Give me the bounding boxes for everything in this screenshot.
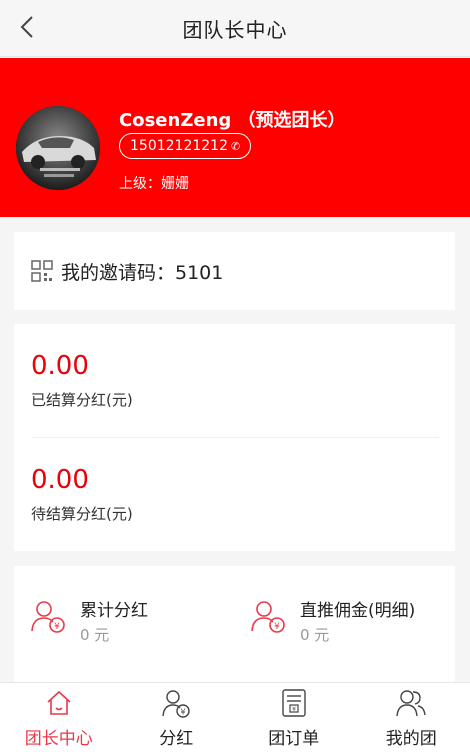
direct-commission-item[interactable]: ¥ 直推佣金(明细) 0 元 — [250, 596, 415, 645]
pending-amount: 0.00 — [31, 465, 89, 495]
pending-label: 待结算分红(元) — [31, 505, 133, 523]
qr-code-icon — [31, 260, 53, 282]
direct-commission-title: 直推佣金(明细) — [300, 601, 416, 621]
svg-text:¥: ¥ — [274, 622, 280, 632]
phone-icon: ✆ — [230, 139, 241, 153]
invite-code-card[interactable]: 我的邀请码：5101 — [14, 232, 455, 310]
order-list-icon: ¥ — [282, 689, 306, 717]
user-yuan-icon: ¥ — [251, 601, 285, 633]
home-icon — [47, 690, 71, 715]
back-button[interactable] — [10, 10, 44, 44]
tab-leader-center[interactable]: 团长中心 — [0, 683, 118, 754]
tab-label: 分红 — [159, 729, 194, 749]
cumulative-dividend-title: 累计分红 — [80, 601, 148, 621]
top-nav-bar: 团队长中心 — [0, 0, 470, 57]
cumulative-dividend-value: 0 元 — [80, 626, 110, 644]
invite-code-text: 我的邀请码：5101 — [61, 261, 224, 284]
avatar[interactable] — [16, 106, 100, 190]
team-icon — [396, 690, 426, 717]
cumulative-dividend-item[interactable]: ¥ 累计分红 0 元 — [30, 596, 148, 645]
settled-amount: 0.00 — [31, 351, 89, 381]
bottom-tab-bar: 团长中心 ¥ 分红 ¥ 团订单 我的团 — [0, 682, 470, 754]
settled-dividend: 0.00 已结算分红(元) — [31, 351, 439, 410]
pending-dividend: 0.00 待结算分红(元) — [31, 465, 439, 524]
direct-commission-value: 0 元 — [300, 626, 330, 644]
tab-label: 我的团 — [385, 729, 437, 749]
superior-label: 上级：姗姗 — [119, 176, 189, 192]
tab-dividend[interactable]: ¥ 分红 — [118, 683, 236, 754]
chevron-left-icon — [20, 16, 33, 38]
page-title: 团队长中心 — [182, 17, 288, 42]
svg-text:¥: ¥ — [292, 706, 296, 713]
tab-group-orders[interactable]: ¥ 团订单 — [235, 683, 353, 754]
settled-label: 已结算分红(元) — [31, 391, 133, 409]
divider — [31, 437, 439, 438]
dividend-stats-card: 0.00 已结算分红(元) 0.00 待结算分红(元) — [14, 324, 455, 551]
user-yuan-icon: ¥ — [31, 601, 65, 633]
tab-my-team[interactable]: 我的团 — [353, 683, 470, 754]
profile-header: CosenZeng （预选团长） 15012121212 ✆ 上级：姗姗 — [0, 58, 470, 217]
tab-label: 团长中心 — [24, 729, 93, 749]
svg-text:¥: ¥ — [54, 622, 60, 632]
tab-label: 团订单 — [268, 729, 320, 749]
phone-badge[interactable]: 15012121212 ✆ — [119, 133, 252, 159]
user-yuan-icon: ¥ — [162, 690, 190, 718]
phone-number: 15012121212 — [130, 138, 228, 154]
bonus-card: ¥ 累计分红 0 元 ¥ 直推佣金(明细) 0 元 — [14, 566, 455, 696]
user-name: CosenZeng （预选团长） — [119, 110, 346, 131]
svg-text:¥: ¥ — [181, 708, 186, 717]
